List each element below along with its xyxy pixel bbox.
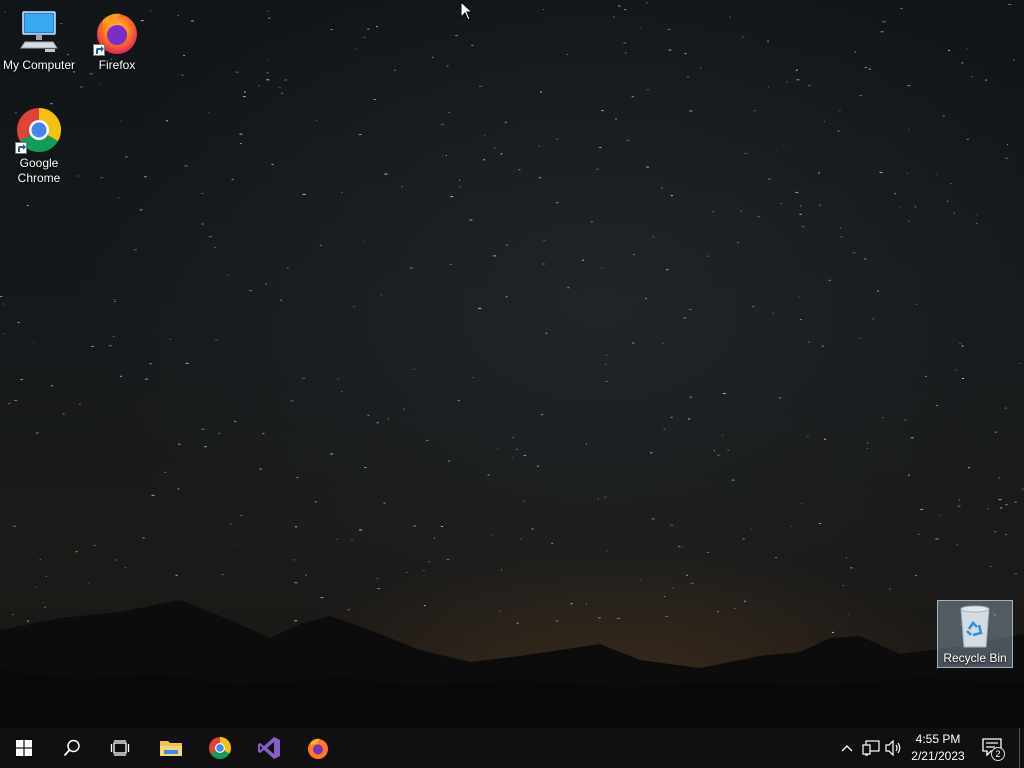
network-status-button[interactable]	[860, 738, 882, 758]
desktop-icon-google-chrome[interactable]: Google Chrome	[1, 106, 77, 186]
folder-icon	[160, 741, 182, 756]
network-icon	[862, 740, 880, 756]
desktop-icon-label: Recycle Bin	[943, 651, 1007, 665]
desktop-icon-recycle-bin[interactable]: Recycle Bin	[937, 600, 1013, 668]
taskbar-app-file-explorer[interactable]	[147, 728, 195, 768]
desktop-icon-label: My Computer	[2, 58, 76, 72]
task-view-icon	[110, 740, 130, 756]
search-button[interactable]	[48, 728, 96, 768]
taskbar-app-google-chrome[interactable]	[196, 728, 244, 768]
action-center-button[interactable]: 2	[978, 734, 1008, 764]
show-desktop-button[interactable]	[1019, 728, 1024, 768]
chrome-icon	[209, 737, 231, 759]
computer-icon	[15, 8, 63, 56]
speaker-icon	[885, 740, 901, 756]
taskbar-app-visual-studio[interactable]	[245, 728, 293, 768]
desktop-icon-firefox[interactable]: Firefox	[79, 8, 155, 73]
firefox-icon	[308, 738, 328, 759]
search-icon	[63, 739, 80, 757]
chevron-up-icon	[841, 745, 853, 752]
show-hidden-icons-button[interactable]	[836, 738, 858, 758]
firefox-icon	[93, 8, 141, 56]
volume-button[interactable]	[883, 738, 905, 758]
desktop-icon-label: Google Chrome	[17, 156, 61, 185]
taskbar: 4:55 PM 2/21/2023 2	[0, 728, 1024, 768]
clock-date: 2/21/2023	[911, 749, 965, 763]
shortcut-arrow-icon	[15, 142, 27, 154]
taskbar-app-firefox[interactable]	[294, 728, 342, 768]
task-view-button[interactable]	[96, 728, 144, 768]
desktop-icon-my-computer[interactable]: My Computer	[1, 8, 77, 73]
mouse-cursor-icon	[460, 1, 474, 21]
shortcut-arrow-icon	[93, 44, 105, 56]
chrome-icon	[15, 106, 63, 154]
start-button[interactable]	[0, 728, 48, 768]
recycle-bin-icon	[951, 603, 999, 649]
taskbar-clock[interactable]: 4:55 PM 2/21/2023	[905, 731, 971, 765]
visual-studio-icon	[258, 737, 280, 759]
windows-logo-icon	[16, 740, 32, 756]
desktop-icon-label: Firefox	[98, 58, 136, 72]
mountain-silhouette	[0, 600, 1024, 728]
desktop[interactable]: My Computer Firefox Google Chrome Recycl…	[0, 0, 1024, 728]
notification-count-badge: 2	[991, 747, 1005, 761]
clock-time: 4:55 PM	[915, 732, 961, 746]
